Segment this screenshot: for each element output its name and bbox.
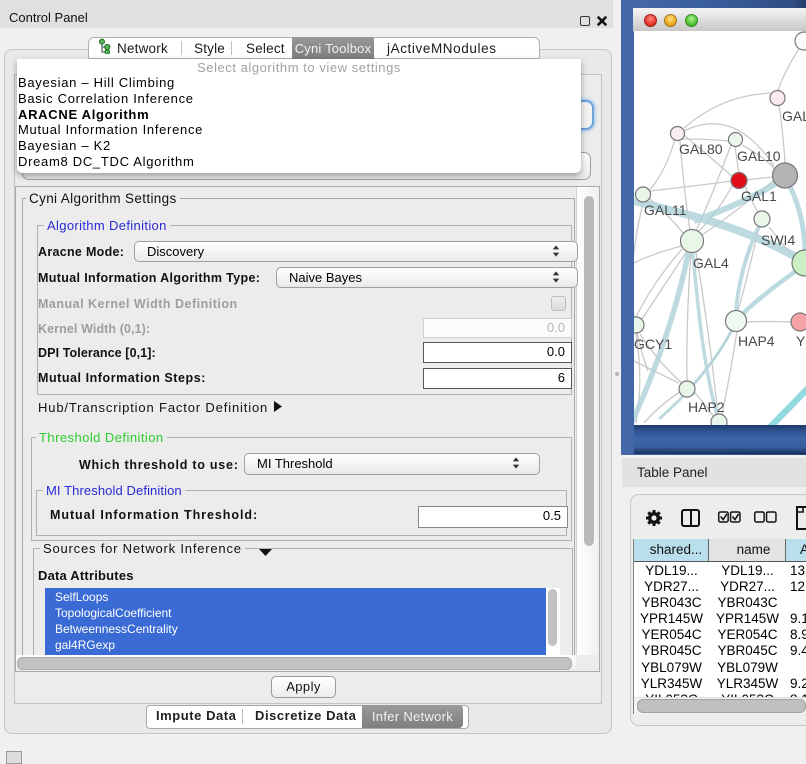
svg-text:HAP4: HAP4 <box>738 333 775 349</box>
svg-text:GAL1: GAL1 <box>741 188 777 204</box>
svg-text:GAL11: GAL11 <box>644 202 687 218</box>
svg-text:GAL80: GAL80 <box>679 141 723 157</box>
svg-text:Y: Y <box>796 333 806 349</box>
svg-text:GAL4: GAL4 <box>693 255 729 271</box>
svg-text:HAP2: HAP2 <box>688 399 725 415</box>
svg-text:SWI4: SWI4 <box>761 232 795 248</box>
svg-text:GCY1: GCY1 <box>634 336 672 352</box>
svg-text:GAL10: GAL10 <box>737 148 781 164</box>
svg-text:GAL: GAL <box>782 108 806 124</box>
